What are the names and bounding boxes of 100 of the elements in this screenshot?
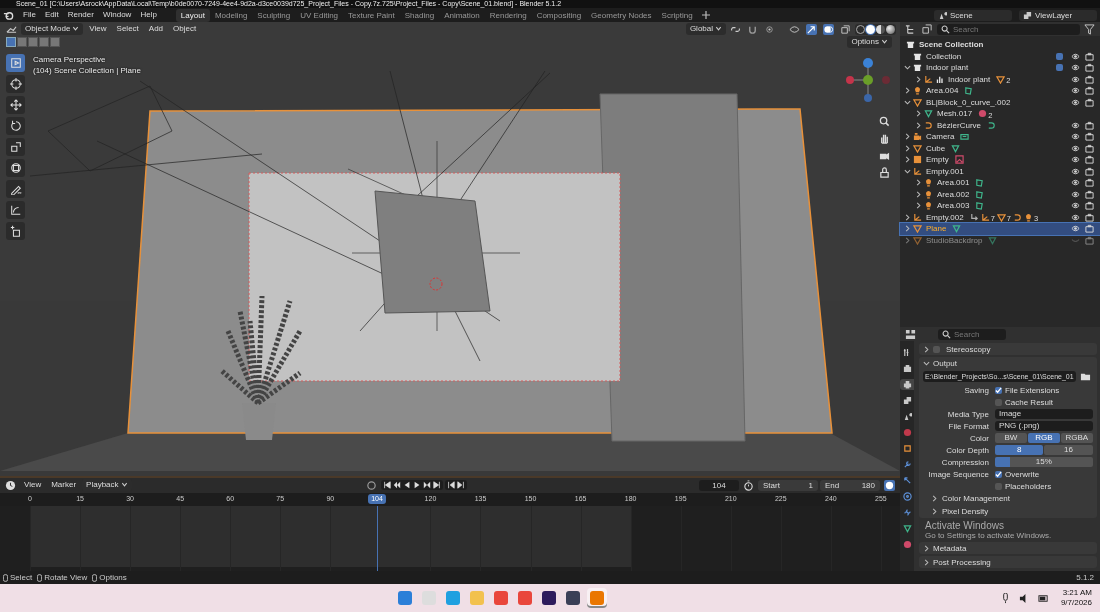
checkbox[interactable] (1056, 64, 1063, 72)
cursor-tool[interactable] (6, 75, 25, 93)
transform-tool[interactable] (6, 159, 25, 177)
camera-icon[interactable] (1085, 224, 1094, 234)
menu-item[interactable]: Select (112, 23, 143, 35)
start-frame-field[interactable]: Start 1 (758, 479, 818, 491)
lock-icon[interactable] (879, 167, 890, 178)
workspace-tab[interactable]: Scripting (656, 8, 698, 22)
options-dropdown[interactable]: Options (847, 36, 892, 48)
outliner-row[interactable]: Camera (900, 131, 1100, 143)
menu-item[interactable]: File (19, 9, 40, 21)
material-shading-icon[interactable] (876, 24, 885, 34)
mode-dropdown[interactable]: Object Mode (21, 23, 84, 35)
dropdown-field[interactable]: PNG (.png) (995, 421, 1093, 431)
workspace-tab[interactable]: Layout (175, 8, 210, 22)
workspace-tab[interactable]: Shading (399, 8, 440, 22)
outliner-row[interactable]: Collection (900, 50, 1100, 62)
search-field[interactable]: Search (937, 23, 1080, 35)
menu-item[interactable]: Marker (47, 479, 81, 491)
eye-icon[interactable] (1071, 155, 1080, 165)
menu-item[interactable]: View (20, 479, 46, 491)
display-mode-icon[interactable] (905, 23, 916, 35)
workspace-tab[interactable]: Sculpting (252, 8, 296, 22)
layers-icon[interactable] (922, 23, 933, 35)
eye-icon[interactable] (1071, 86, 1080, 96)
outliner-row[interactable]: StudioBackdrop (900, 234, 1100, 246)
eye-icon[interactable] (1071, 189, 1080, 199)
checkbox[interactable] (995, 482, 1002, 490)
eye-icon[interactable] (1071, 51, 1080, 61)
camera-icon[interactable] (1085, 235, 1094, 245)
end-frame-field[interactable]: End 180 (820, 479, 880, 491)
editor-type-icon[interactable] (905, 328, 916, 340)
eye-icon[interactable] (1071, 143, 1080, 153)
add-cube-tool[interactable] (6, 222, 25, 240)
play-reverse-icon[interactable] (402, 481, 411, 489)
menu-item[interactable]: Window (98, 9, 136, 21)
workspace-tab[interactable]: Compositing (531, 8, 587, 22)
eye-icon[interactable] (1071, 63, 1080, 73)
scene-selector[interactable]: Scene (934, 9, 1012, 21)
current-frame-field[interactable]: 104 (699, 479, 739, 491)
previous-frame-icon[interactable] (446, 481, 455, 489)
orientation-dropdown[interactable]: Global (685, 23, 726, 35)
eye-icon[interactable] (1071, 97, 1080, 107)
menu-item[interactable]: Edit (40, 9, 63, 21)
option-button[interactable]: RGBA (1060, 433, 1093, 443)
blender-logo-icon[interactable] (3, 9, 14, 21)
camera-icon[interactable] (1085, 120, 1094, 130)
proportional-edit-icon[interactable] (764, 23, 775, 35)
overlay-toggle-icon[interactable] (884, 479, 895, 491)
eye-icon[interactable] (1071, 166, 1080, 176)
outliner-row[interactable]: BL|Block_0_curve_.002 (900, 96, 1100, 108)
camera-icon[interactable] (879, 150, 890, 161)
camera-icon[interactable] (1085, 63, 1094, 73)
properties-tab[interactable] (900, 379, 914, 390)
camera-icon[interactable] (1085, 143, 1094, 153)
battery-icon[interactable] (1037, 592, 1049, 604)
option-button[interactable]: 16 (1044, 445, 1093, 455)
option-button[interactable]: 8 (995, 445, 1044, 455)
workspace-tab[interactable]: Animation (439, 8, 485, 22)
clock-date[interactable]: 9/7/2026 (1060, 598, 1092, 608)
outliner-row[interactable]: Cube (900, 142, 1100, 154)
editor-type-icon[interactable] (6, 23, 17, 35)
play-icon[interactable] (412, 481, 421, 489)
record-icon[interactable] (365, 479, 377, 491)
workspace-tab[interactable]: Modeling (209, 8, 253, 22)
menu-item[interactable]: Object (169, 23, 201, 35)
previous-keyframe-icon[interactable] (392, 481, 401, 489)
folder-icon[interactable] (1079, 371, 1091, 382)
panel-header[interactable]: Post Processing (919, 556, 1097, 568)
menu-item[interactable]: Add (144, 23, 168, 35)
menu-item[interactable]: View (85, 23, 111, 35)
view-layer-selector[interactable]: ViewLayer (1019, 9, 1097, 21)
navigation-gizmo[interactable] (846, 58, 890, 102)
outliner-row[interactable]: Area.002 (900, 188, 1100, 200)
menu-item[interactable]: Render (63, 9, 98, 21)
search-field[interactable]: Search (938, 328, 1006, 340)
camera-icon[interactable] (1085, 132, 1094, 142)
camera-icon[interactable] (1085, 97, 1094, 107)
option-button[interactable]: RGB (1027, 433, 1060, 443)
next-keyframe-icon[interactable] (422, 481, 431, 489)
select-box-tool[interactable] (6, 54, 25, 72)
clock-icon[interactable] (5, 479, 16, 491)
camera-icon[interactable] (1085, 86, 1094, 96)
workspace-tab[interactable]: Rendering (484, 8, 532, 22)
camera-icon[interactable] (1085, 51, 1094, 61)
eye-icon[interactable] (1071, 212, 1080, 222)
camera-icon[interactable] (1085, 166, 1094, 176)
checkbox[interactable] (995, 386, 1002, 394)
eye-icon[interactable] (1071, 178, 1080, 188)
panel-header[interactable]: Metadata (919, 542, 1097, 554)
slider-track[interactable]: 15% (995, 457, 1093, 467)
menu-item[interactable]: Help (136, 9, 161, 21)
rendered-shading-icon[interactable] (886, 24, 895, 34)
x-ray-icon[interactable] (840, 23, 851, 35)
outliner-row[interactable]: Scene Collection (900, 39, 1100, 51)
panel-header[interactable]: Output (919, 357, 1097, 369)
outliner-row[interactable]: Empty (900, 154, 1100, 166)
properties-tab[interactable] (900, 491, 914, 502)
rotate-tool[interactable] (6, 117, 25, 135)
checkbox[interactable] (933, 345, 940, 353)
